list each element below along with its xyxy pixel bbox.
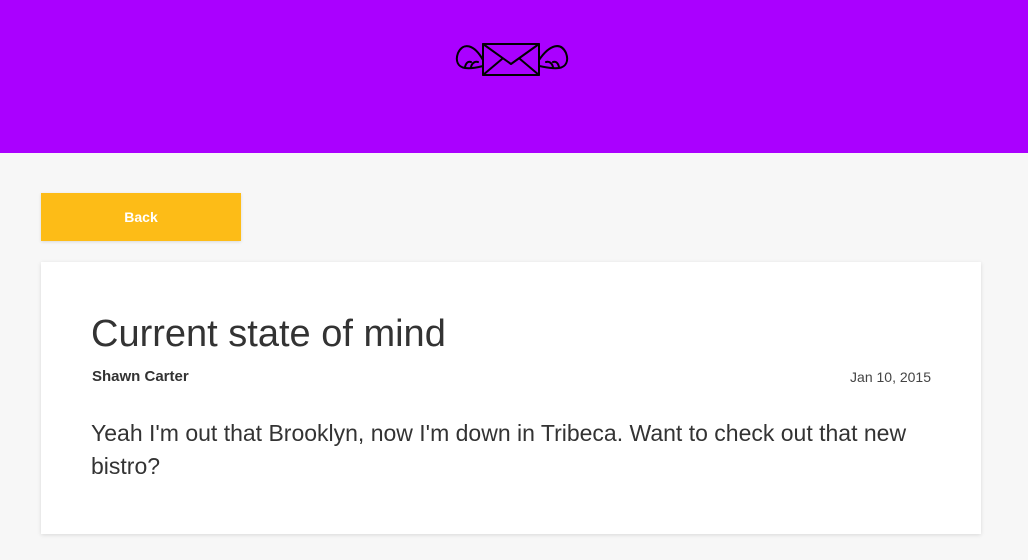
message-card: Current state of mind Shawn Carter Jan 1… xyxy=(41,262,981,534)
winged-envelope-logo-icon xyxy=(455,36,569,80)
message-title: Current state of mind xyxy=(91,313,446,355)
back-button[interactable]: Back xyxy=(41,193,241,241)
message-body: Yeah I'm out that Brooklyn, now I'm down… xyxy=(91,420,907,479)
message-date: Jan 10, 2015 xyxy=(850,369,931,385)
app-header xyxy=(0,0,1028,153)
message-author: Shawn Carter xyxy=(92,368,189,385)
